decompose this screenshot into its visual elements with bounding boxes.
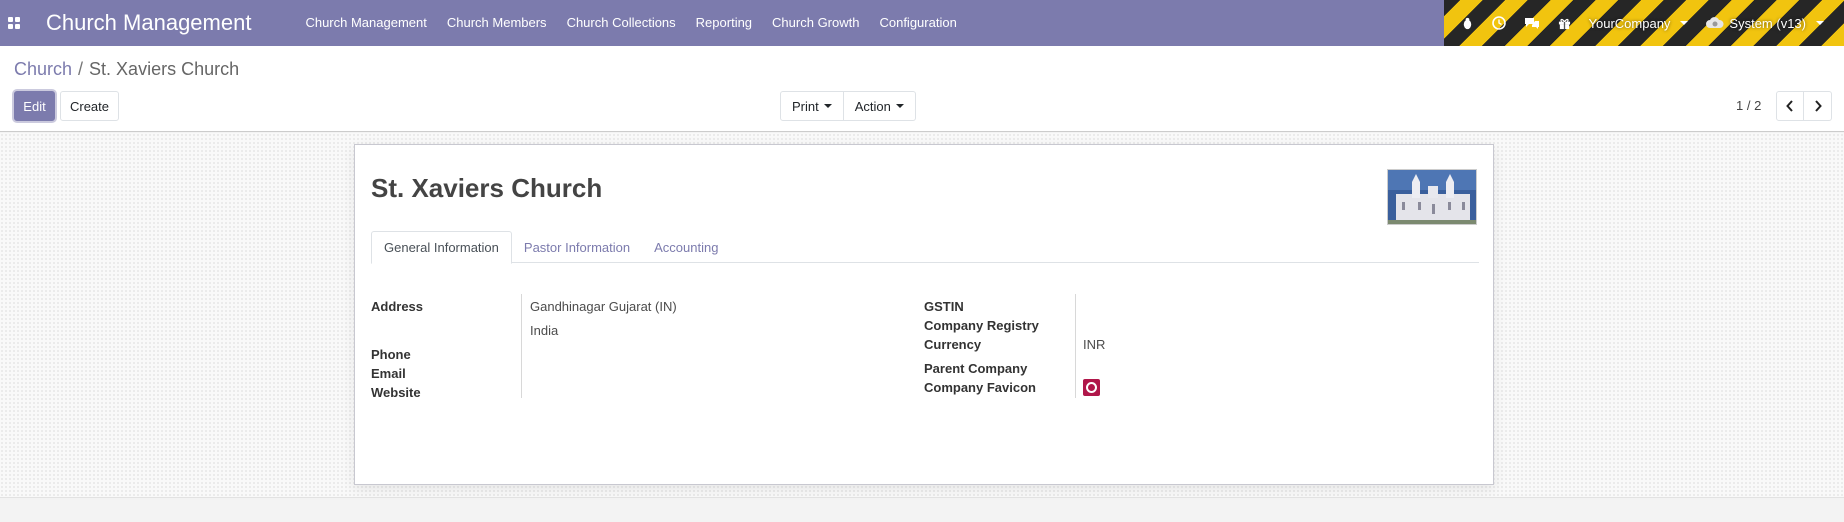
address-line-1[interactable]: Gandhinagar Gujarat (IN) bbox=[530, 299, 677, 314]
top-menu: Church Management Church Members Church … bbox=[295, 0, 966, 46]
menu-church-management[interactable]: Church Management bbox=[295, 0, 436, 46]
chevron-right-icon bbox=[1814, 100, 1822, 112]
website-label: Website bbox=[371, 385, 421, 400]
activity-clock-icon[interactable] bbox=[1491, 16, 1506, 30]
menu-church-members[interactable]: Church Members bbox=[437, 0, 557, 46]
footer-strip bbox=[0, 497, 1844, 522]
tab-general-information[interactable]: General Information bbox=[371, 231, 512, 264]
breadcrumb-separator: / bbox=[78, 59, 84, 79]
systray: YourCompany System (v13) bbox=[1444, 0, 1844, 46]
edit-button[interactable]: Edit bbox=[14, 91, 55, 121]
print-label: Print bbox=[792, 98, 819, 114]
company-registry-label: Company Registry bbox=[924, 318, 1039, 333]
chevron-down-icon bbox=[895, 104, 904, 108]
user-menu[interactable]: System (v13) bbox=[1706, 16, 1824, 31]
form-tabs: General Information Pastor Information A… bbox=[371, 231, 1479, 264]
gstin-label: GSTIN bbox=[924, 299, 964, 314]
breadcrumb-current: St. Xaviers Church bbox=[89, 59, 240, 79]
chevron-down-icon bbox=[1680, 21, 1689, 25]
main-navbar: Church Management Church Management Chur… bbox=[0, 0, 1844, 46]
form-sheet: St. Xaviers Church General Information P… bbox=[354, 144, 1494, 485]
breadcrumb-church-link[interactable]: Church bbox=[14, 59, 72, 80]
app-brand[interactable]: Church Management bbox=[46, 10, 251, 36]
chevron-left-icon bbox=[1786, 100, 1793, 112]
tab-pastor-information[interactable]: Pastor Information bbox=[512, 231, 642, 263]
breadcrumb: Church / St. Xaviers Church bbox=[14, 59, 239, 80]
user-avatar-icon bbox=[1706, 16, 1724, 30]
messaging-chat-icon[interactable] bbox=[1524, 16, 1540, 30]
form-view-background: St. Xaviers Church General Information P… bbox=[0, 133, 1844, 497]
address-line-2[interactable]: India bbox=[530, 323, 558, 338]
create-button[interactable]: Create bbox=[60, 91, 119, 121]
company-favicon-label: Company Favicon bbox=[924, 380, 1036, 395]
left-column-divider bbox=[521, 294, 522, 398]
print-dropdown-button[interactable]: Print bbox=[780, 91, 844, 121]
currency-label: Currency bbox=[924, 337, 982, 352]
church-image[interactable] bbox=[1387, 169, 1477, 225]
tab-accounting[interactable]: Accounting bbox=[642, 231, 730, 263]
pager-buttons bbox=[1776, 91, 1832, 121]
action-label: Action bbox=[854, 98, 891, 114]
currency-value[interactable]: INR bbox=[1083, 337, 1105, 352]
menu-configuration[interactable]: Configuration bbox=[869, 0, 966, 46]
action-dropdown-button[interactable]: Action bbox=[843, 91, 916, 121]
email-label: Email bbox=[371, 366, 406, 381]
address-label: Address bbox=[371, 299, 424, 314]
pager-value[interactable]: 1 / 2 bbox=[1736, 98, 1761, 113]
menu-church-collections[interactable]: Church Collections bbox=[557, 0, 686, 46]
menu-reporting[interactable]: Reporting bbox=[686, 0, 762, 46]
right-column-divider bbox=[1075, 294, 1076, 398]
menu-church-growth[interactable]: Church Growth bbox=[762, 0, 869, 46]
company-name: YourCompany bbox=[1588, 15, 1671, 31]
parent-company-label: Parent Company bbox=[924, 361, 1028, 376]
company-switcher[interactable]: YourCompany bbox=[1589, 16, 1689, 31]
chevron-down-icon bbox=[1816, 21, 1824, 25]
debug-bug-icon[interactable] bbox=[1461, 17, 1474, 30]
company-favicon-icon[interactable] bbox=[1083, 379, 1100, 396]
control-panel: Church / St. Xaviers Church Edit Create … bbox=[0, 46, 1844, 132]
pager-previous-button[interactable] bbox=[1776, 91, 1804, 121]
pager-next-button[interactable] bbox=[1804, 91, 1832, 121]
print-action-group: Print Action bbox=[780, 91, 916, 121]
church-photo-icon bbox=[1388, 170, 1476, 224]
gift-icon[interactable] bbox=[1558, 17, 1571, 30]
phone-label: Phone bbox=[371, 347, 411, 362]
record-title: St. Xaviers Church bbox=[371, 173, 603, 203]
chevron-down-icon bbox=[823, 104, 832, 108]
user-name: System (v13) bbox=[1729, 15, 1806, 31]
apps-menu-button[interactable] bbox=[0, 0, 28, 46]
apps-grid-icon bbox=[8, 17, 20, 29]
